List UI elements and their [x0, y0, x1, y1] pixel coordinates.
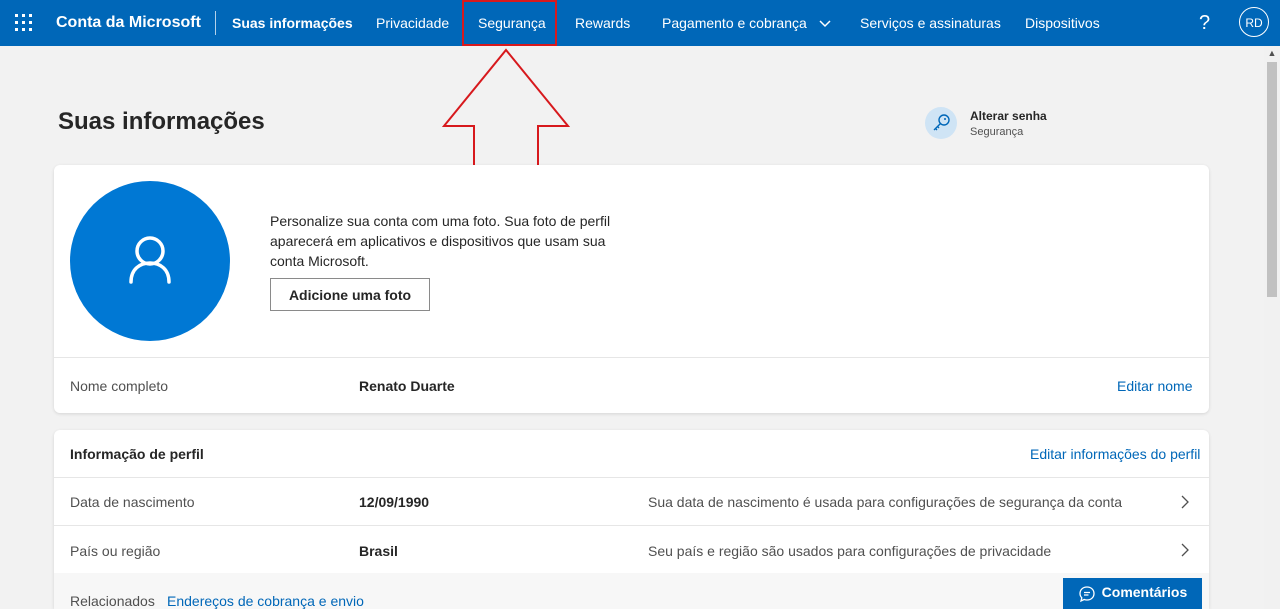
person-icon — [129, 236, 171, 284]
nav-item-services-subscriptions[interactable]: Serviços e assinaturas — [860, 0, 1001, 46]
related-label: Relacionados — [70, 593, 155, 609]
profile-info-card: Informação de perfil Editar informações … — [54, 430, 1209, 609]
chevron-down-icon — [819, 20, 831, 28]
card-divider — [54, 357, 1209, 358]
profile-avatar — [70, 181, 230, 341]
top-navigation-bar: Conta da Microsoft Suas informações Priv… — [0, 0, 1280, 46]
chat-bubble-icon — [1079, 585, 1095, 602]
billing-addresses-link[interactable]: Endereços de cobrança e envio — [167, 593, 364, 609]
row-divider — [54, 525, 1209, 526]
full-name-value: Renato Duarte — [359, 378, 455, 394]
country-label: País ou região — [70, 543, 161, 559]
birthdate-label: Data de nascimento — [70, 494, 195, 510]
feedback-label: Comentários — [1101, 584, 1188, 601]
key-icon[interactable] — [925, 107, 957, 139]
nav-divider — [215, 11, 216, 35]
highlight-box — [462, 0, 557, 46]
user-avatar[interactable]: RD — [1239, 7, 1269, 37]
profile-photo-card: Personalize sua conta com uma foto. Sua … — [54, 165, 1209, 413]
card-divider — [54, 477, 1209, 478]
birthdate-value: 12/09/1990 — [359, 494, 430, 510]
help-icon[interactable]: ? — [1199, 0, 1210, 46]
nav-item-devices[interactable]: Dispositivos — [1025, 0, 1100, 46]
chevron-right-icon[interactable] — [1180, 494, 1190, 510]
nav-item-rewards[interactable]: Rewards — [575, 0, 630, 46]
nav-item-privacy[interactable]: Privacidade — [376, 0, 449, 46]
related-section: Relacionados Endereços de cobrança e env… — [54, 573, 1209, 609]
nav-item-payment-billing[interactable]: Pagamento e cobrança — [662, 0, 831, 46]
edit-name-link[interactable]: Editar nome — [1117, 378, 1192, 394]
add-photo-button[interactable]: Adicione uma foto — [270, 278, 430, 311]
nav-item-your-info[interactable]: Suas informações — [232, 0, 353, 46]
scroll-up-icon[interactable]: ▲ — [1266, 48, 1278, 60]
page-title: Suas informações — [58, 108, 265, 135]
photo-description: Personalize sua conta com uma foto. Sua … — [270, 213, 611, 269]
birthdate-description: Sua data de nascimento é usada para conf… — [648, 494, 1122, 510]
brand-title[interactable]: Conta da Microsoft — [56, 0, 201, 46]
full-name-label: Nome completo — [70, 378, 169, 394]
chevron-right-icon[interactable] — [1180, 542, 1190, 558]
country-value: Brasil — [359, 543, 398, 559]
edit-profile-info-link[interactable]: Editar informações do perfil — [1030, 446, 1200, 462]
feedback-button[interactable]: Comentários — [1063, 578, 1202, 609]
change-password-subtitle: Segurança — [970, 126, 1024, 138]
change-password-link[interactable]: Alterar senha — [970, 109, 1047, 123]
profile-info-title: Informação de perfil — [70, 446, 204, 462]
nav-item-payment-label: Pagamento e cobrança — [662, 15, 807, 31]
country-description: Seu país e região são usados para config… — [648, 543, 1052, 559]
app-launcher-icon[interactable] — [15, 14, 33, 32]
scrollbar-thumb[interactable] — [1267, 62, 1277, 297]
